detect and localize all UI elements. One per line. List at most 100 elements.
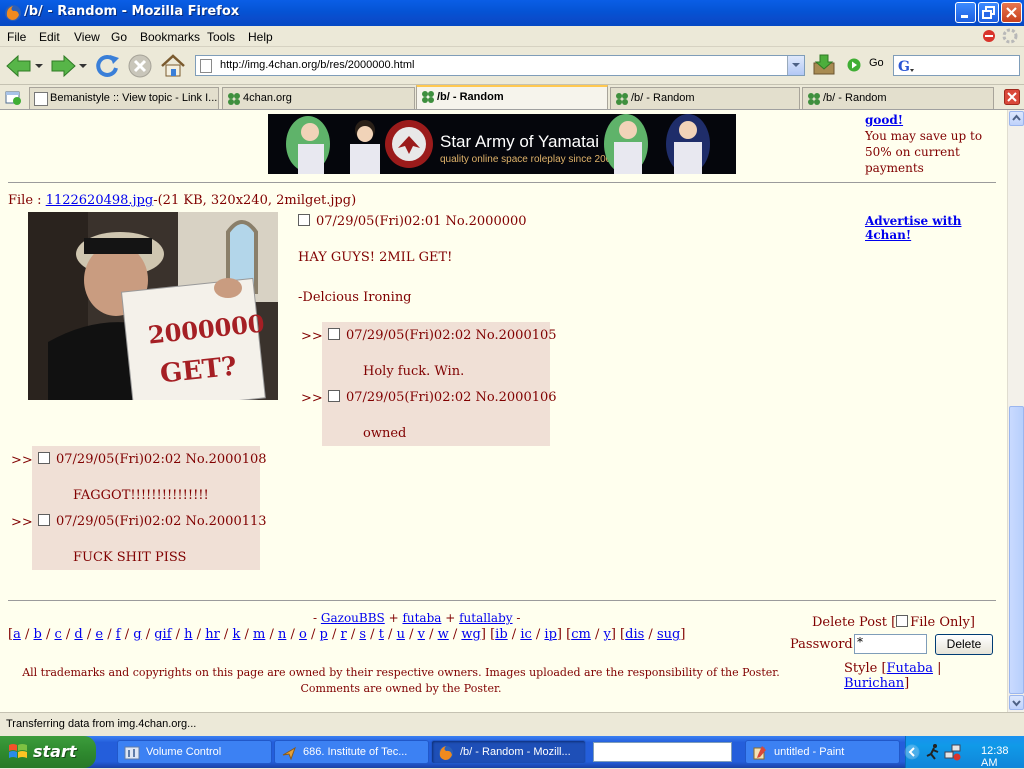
board-link-v[interactable]: v	[418, 627, 425, 642]
tab-4chan[interactable]: 4chan.org	[222, 87, 415, 109]
style-burichan-link[interactable]: Burichan	[844, 676, 904, 691]
reply-number[interactable]: No.2000113	[186, 514, 267, 529]
file-link[interactable]: 1122620498.jpg	[46, 193, 154, 208]
board-link-y[interactable]: y	[603, 627, 610, 642]
stop-icon[interactable]	[125, 51, 155, 81]
network-icon[interactable]	[944, 743, 962, 761]
board-link-e[interactable]: e	[95, 627, 103, 642]
menu-file[interactable]: File	[7, 30, 26, 44]
advertise-link[interactable]: Advertise with 4chan!	[865, 214, 1007, 242]
menu-tools[interactable]: Tools	[207, 30, 235, 44]
credit-link-futaba[interactable]: futaba	[402, 611, 441, 625]
board-link-s[interactable]: s	[359, 627, 366, 642]
board-link-hr[interactable]: hr	[205, 627, 220, 642]
minimize-button[interactable]	[955, 2, 976, 23]
new-tab-icon[interactable]	[4, 89, 22, 105]
board-link-c[interactable]: c	[54, 627, 61, 642]
board-link-n[interactable]: n	[278, 627, 286, 642]
board-link-ib[interactable]: ib	[495, 627, 507, 642]
board-link-g[interactable]: g	[133, 627, 141, 642]
board-link-dis[interactable]: dis	[625, 627, 644, 642]
delete-button[interactable]: Delete	[935, 634, 993, 655]
board-link-wg[interactable]: wg	[461, 627, 480, 642]
board-link-b[interactable]: b	[34, 627, 42, 642]
board-link-ic[interactable]: ic	[520, 627, 531, 642]
scroll-down-button[interactable]	[1009, 695, 1024, 710]
paint-icon	[753, 746, 766, 760]
back-dropdown-icon[interactable]	[35, 62, 43, 70]
board-link-ip[interactable]: ip	[544, 627, 556, 642]
reload-icon[interactable]	[92, 51, 122, 81]
running-man-icon[interactable]	[924, 743, 942, 761]
tab-bemanistyle[interactable]: Bemanistyle :: View topic - Link I...	[29, 87, 219, 109]
reply-number[interactable]: No.2000105	[476, 328, 557, 343]
menu-bookmarks[interactable]: Bookmarks	[140, 30, 200, 44]
start-button[interactable]: start	[0, 736, 96, 768]
reply-checkbox[interactable]	[38, 452, 50, 464]
board-link-gif[interactable]: gif	[154, 627, 171, 642]
clock[interactable]: 12:38 AM	[981, 745, 1024, 769]
tray-expand-icon[interactable]	[904, 744, 920, 760]
go-button[interactable]: Go	[869, 57, 884, 69]
forward-icon[interactable]	[48, 51, 78, 81]
credit-link-gazoubbs[interactable]: GazouBBS	[321, 611, 385, 625]
go-icon[interactable]	[847, 58, 861, 72]
home-icon[interactable]	[158, 51, 188, 81]
reply-number[interactable]: No.2000106	[476, 390, 557, 405]
close-button[interactable]	[1001, 2, 1022, 23]
close-tab-icon[interactable]	[1004, 89, 1020, 105]
restore-button[interactable]	[978, 2, 999, 23]
credit-link-futallaby[interactable]: futallaby	[459, 611, 512, 625]
reply-checkbox[interactable]	[328, 328, 340, 340]
menu-edit[interactable]: Edit	[39, 30, 60, 44]
tab-random-3[interactable]: /b/ - Random	[802, 87, 994, 109]
vertical-scrollbar[interactable]	[1007, 110, 1024, 712]
scroll-up-button[interactable]	[1009, 111, 1024, 126]
board-link-m[interactable]: m	[253, 627, 265, 642]
board-link-r[interactable]: r	[340, 627, 346, 642]
password-input[interactable]: *	[854, 634, 927, 654]
url-bar[interactable]: http://img.4chan.org/b/res/2000000.html	[195, 55, 805, 76]
board-link-k[interactable]: k	[232, 627, 240, 642]
url-text[interactable]: http://img.4chan.org/b/res/2000000.html	[220, 59, 414, 71]
board-link-h[interactable]: h	[184, 627, 192, 642]
task-institute[interactable]: 686. Institute of Tec...	[274, 740, 429, 764]
forward-dropdown-icon[interactable]	[79, 62, 87, 70]
taskbar-address-input[interactable]	[593, 742, 732, 762]
style-futaba-link[interactable]: Futaba	[887, 661, 933, 676]
board-link-t[interactable]: t	[379, 627, 384, 642]
scroll-thumb[interactable]	[1009, 406, 1024, 694]
board-link-u[interactable]: u	[397, 627, 405, 642]
tab-label: Bemanistyle :: View topic - Link I...	[50, 92, 218, 104]
board-link-d[interactable]: d	[74, 627, 82, 642]
tab-random-2[interactable]: /b/ - Random	[610, 87, 800, 109]
task-paint[interactable]: untitled - Paint	[745, 740, 900, 764]
board-link-a[interactable]: a	[13, 627, 21, 642]
reply-checkbox[interactable]	[328, 390, 340, 402]
board-link-w[interactable]: w	[438, 627, 449, 642]
url-dropdown-button[interactable]	[787, 56, 804, 75]
task-volume-control[interactable]: Volume Control	[117, 740, 272, 764]
reply-number[interactable]: No.2000108	[186, 452, 267, 467]
file-only-checkbox[interactable]	[896, 615, 909, 627]
download-icon[interactable]	[812, 53, 836, 77]
back-icon[interactable]	[4, 51, 34, 81]
ad-link[interactable]: good!	[865, 113, 903, 127]
search-box[interactable]: G	[893, 55, 1020, 76]
banner-ad[interactable]: Star Army of Yamatai quality online spac…	[268, 114, 736, 174]
tab-random-active[interactable]: /b/ - Random	[416, 85, 608, 109]
board-link-sug[interactable]: sug	[657, 627, 680, 642]
op-image[interactable]: 2000000 GET?	[28, 212, 278, 400]
menu-help[interactable]: Help	[248, 30, 273, 44]
board-link-p[interactable]: p	[320, 627, 328, 642]
op-number[interactable]: No.2000000	[446, 214, 527, 229]
menu-view[interactable]: View	[74, 30, 100, 44]
clover-icon	[422, 91, 434, 103]
menu-go[interactable]: Go	[111, 30, 127, 44]
task-firefox-random[interactable]: /b/ - Random - Mozill...	[431, 740, 586, 764]
board-link-o[interactable]: o	[299, 627, 307, 642]
op-checkbox[interactable]	[298, 214, 310, 226]
board-link-cm[interactable]: cm	[571, 627, 591, 642]
reply-checkbox[interactable]	[38, 514, 50, 526]
board-link-f[interactable]: f	[116, 627, 121, 642]
